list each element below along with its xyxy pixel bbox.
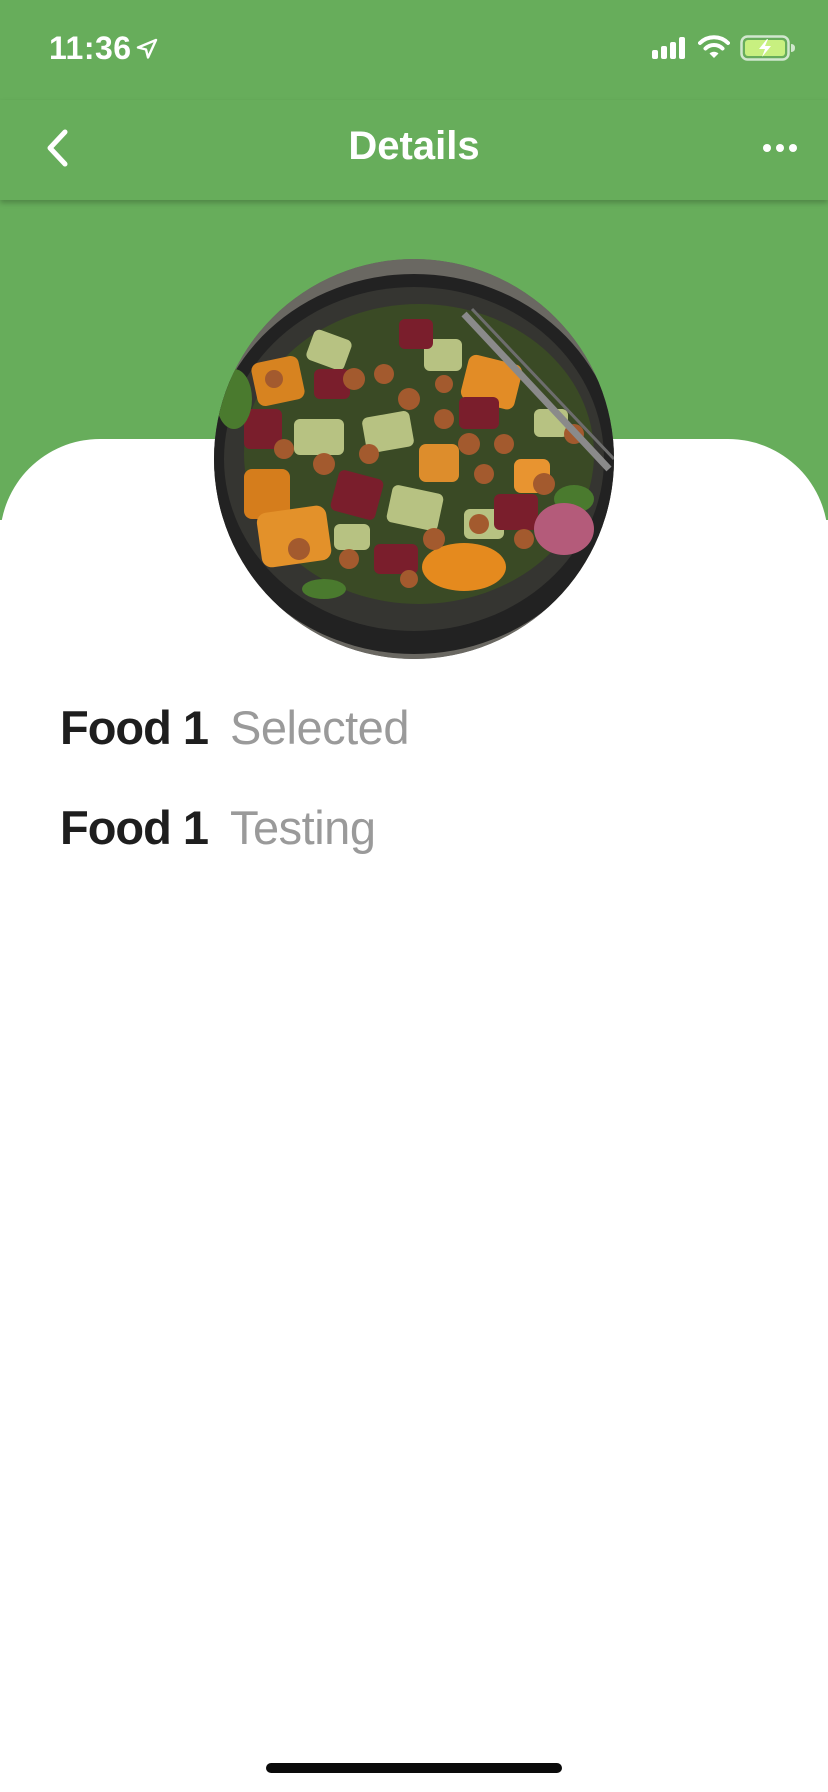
- wifi-icon: [698, 34, 730, 65]
- detail-value: Selected: [230, 701, 409, 754]
- detail-name: Food 1: [60, 701, 209, 754]
- detail-name: Food 1: [60, 801, 209, 854]
- detail-row: Food 1 Testing: [60, 800, 376, 860]
- detail-value: Testing: [230, 801, 376, 854]
- detail-row: Food 1 Selected: [60, 700, 409, 760]
- status-bar: 11:36: [0, 0, 828, 100]
- page-title: Details: [348, 124, 480, 168]
- status-time: 11:36: [49, 30, 132, 66]
- food-image: [214, 259, 614, 659]
- signal-icon: [652, 36, 688, 65]
- home-indicator[interactable]: [266, 1763, 562, 1773]
- ellipsis-icon: [762, 141, 798, 159]
- navigation-bar: Details: [0, 100, 828, 200]
- battery-charging-icon: [740, 35, 796, 66]
- location-arrow-icon: [136, 38, 158, 65]
- more-options-button[interactable]: [752, 122, 808, 178]
